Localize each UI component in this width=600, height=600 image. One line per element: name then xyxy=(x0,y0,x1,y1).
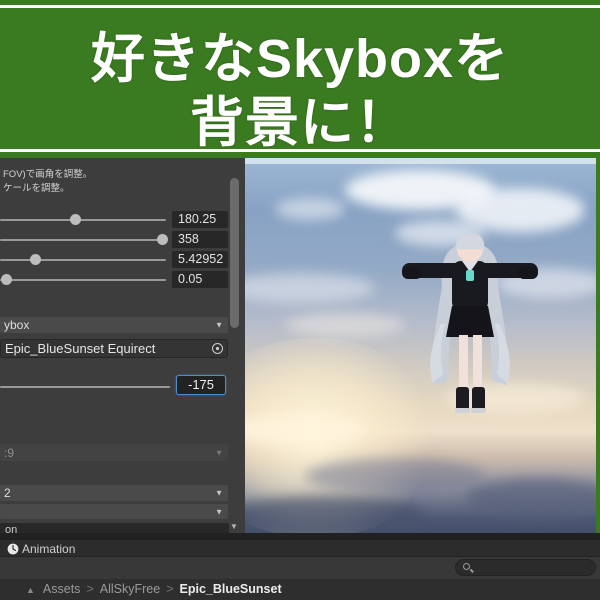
slider-value-field[interactable]: 0.05 xyxy=(172,271,228,288)
scrollbar-thumb[interactable] xyxy=(230,178,239,328)
slider-handle[interactable] xyxy=(157,234,168,245)
chevron-down-icon: ▼ xyxy=(215,507,223,516)
cloud xyxy=(245,273,375,303)
clock-icon xyxy=(7,543,19,555)
unity-editor-area: FOV)で画角を調整。 ケールを調整。 180.25 358 5.42952 0… xyxy=(0,158,600,600)
slider-handle[interactable] xyxy=(1,274,12,285)
breadcrumb-bar: ▲ Assets > AllSkyFree > Epic_BlueSunset xyxy=(0,579,600,600)
banner-title-line2: 背景に！ xyxy=(190,93,410,153)
skybox-dropdown-label: ybox xyxy=(4,318,30,332)
banner-bottom-rule xyxy=(0,149,600,152)
slider-value: 0.05 xyxy=(178,272,203,286)
slider-row-2: 358 xyxy=(0,231,228,248)
slider-track[interactable] xyxy=(0,259,166,261)
breadcrumb-separator: > xyxy=(86,582,94,596)
cloud xyxy=(275,198,345,220)
aspect-dropdown-disabled: :9 ▼ xyxy=(0,444,228,461)
chevron-down-icon: ▼ xyxy=(215,448,223,457)
rotation-value-field[interactable]: -175 xyxy=(176,375,226,395)
slider-track[interactable] xyxy=(0,279,166,281)
breadcrumb-separator: > xyxy=(166,582,174,596)
cloud xyxy=(245,496,425,533)
project-toolbar xyxy=(0,557,600,579)
help-text-line2: ケールを調整。 xyxy=(3,183,70,194)
collapse-arrow-icon[interactable]: ▲ xyxy=(26,585,35,595)
scrollbar-down-arrow-icon[interactable]: ▼ xyxy=(230,522,238,531)
dropdown-b[interactable]: 2 ▼ xyxy=(0,485,228,501)
chevron-down-icon: ▼ xyxy=(215,488,223,498)
slider-row-4: 0.05 xyxy=(0,271,228,288)
divider-strip xyxy=(0,533,600,540)
slider-value: 358 xyxy=(178,232,199,246)
dropdown-b-label: 2 xyxy=(4,486,11,500)
slider-value-field[interactable]: 5.42952 xyxy=(172,251,228,268)
inspector-scrollbar[interactable]: ▼ xyxy=(229,158,241,540)
chevron-down-icon: ▼ xyxy=(215,320,223,330)
dropdown-c[interactable]: ▼ xyxy=(0,504,228,519)
slider-row-3: 5.42952 xyxy=(0,251,228,268)
animation-tab-bar[interactable]: Animation xyxy=(0,540,600,557)
texture-field-label: Epic_BlueSunset Equirect xyxy=(5,341,156,356)
slider-value: 5.42952 xyxy=(178,252,224,266)
animation-tab-label: Animation xyxy=(22,542,76,556)
breadcrumb: ▲ Assets > AllSkyFree > Epic_BlueSunset xyxy=(26,582,282,596)
slider-value-field[interactable]: 180.25 xyxy=(172,211,228,228)
cloud xyxy=(305,458,485,494)
scene-horizon-strip xyxy=(245,158,596,164)
banner-top-rule xyxy=(0,5,600,8)
scene-view[interactable] xyxy=(245,158,596,533)
slider-track[interactable] xyxy=(0,219,166,221)
avatar-character[interactable] xyxy=(401,233,539,422)
slider-handle[interactable] xyxy=(30,254,41,265)
texture-object-field[interactable]: Epic_BlueSunset Equirect xyxy=(0,339,228,358)
breadcrumb-item-current[interactable]: Epic_BlueSunset xyxy=(180,582,282,596)
avatar-figure xyxy=(402,233,538,413)
breadcrumb-item-assets[interactable]: Assets xyxy=(43,582,81,596)
slider-row-fov: 180.25 xyxy=(0,211,228,228)
search-icon xyxy=(463,563,470,570)
object-picker-icon[interactable] xyxy=(212,343,223,354)
slider-value-field[interactable]: 358 xyxy=(172,231,228,248)
skybox-dropdown[interactable]: ybox ▼ xyxy=(0,317,228,333)
slider-track[interactable] xyxy=(0,386,170,388)
slider-value: 180.25 xyxy=(178,212,217,226)
slider-handle[interactable] xyxy=(70,214,81,225)
slider-track[interactable] xyxy=(0,239,166,241)
help-text-line1: FOV)で画角を調整。 xyxy=(3,169,93,180)
search-box[interactable] xyxy=(455,559,596,576)
cloud xyxy=(285,313,405,337)
inspector-panel: FOV)で画角を調整。 ケールを調整。 180.25 358 5.42952 0… xyxy=(0,158,245,540)
aspect-dropdown-label: :9 xyxy=(4,445,15,460)
title-banner: 好きなSkyboxを 背景に！ xyxy=(0,0,600,158)
cloud xyxy=(465,478,596,518)
breadcrumb-item-allskyfree[interactable]: AllSkyFree xyxy=(100,582,160,596)
search-input[interactable] xyxy=(478,560,588,575)
